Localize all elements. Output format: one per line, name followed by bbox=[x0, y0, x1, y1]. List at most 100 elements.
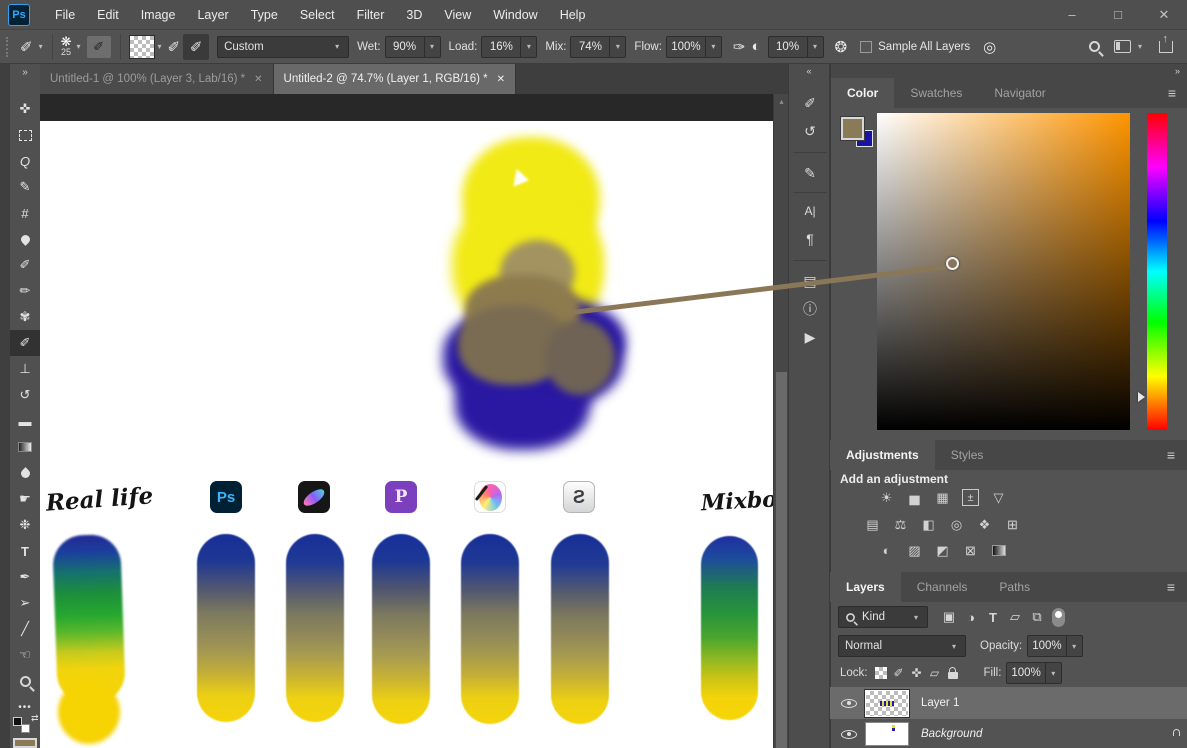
eyedropper-tool[interactable] bbox=[10, 226, 40, 252]
tab-adjustments[interactable]: Adjustments bbox=[830, 440, 935, 470]
lock-paint-icon[interactable]: ✐ bbox=[890, 664, 908, 682]
pen-tool[interactable]: ✒ bbox=[10, 564, 40, 590]
hue-slider-arrow[interactable] bbox=[1138, 392, 1145, 402]
layer-thumbnail[interactable] bbox=[865, 722, 909, 746]
posterize-icon[interactable]: ▨ bbox=[906, 542, 923, 559]
options-grip[interactable] bbox=[6, 36, 12, 57]
menu-help[interactable]: Help bbox=[549, 0, 597, 30]
brush-settings-toggle-button[interactable]: ✐ bbox=[86, 35, 111, 58]
tab-styles[interactable]: Styles bbox=[935, 440, 1000, 470]
character-panel-icon[interactable]: A| bbox=[789, 198, 831, 224]
color-lookup-icon[interactable]: ⊞ bbox=[1004, 516, 1021, 533]
brush-load-swatch[interactable] bbox=[128, 34, 155, 59]
visibility-eye-icon[interactable] bbox=[841, 698, 857, 708]
brush-preset-picker[interactable]: ❋ 25 bbox=[59, 35, 74, 57]
dock-collapse-icon[interactable]: » bbox=[831, 64, 1187, 78]
tab-paths[interactable]: Paths bbox=[983, 572, 1046, 602]
tab-untitled-2[interactable]: Untitled-2 @ 74.7% (Layer 1, RGB/16) * ✕ bbox=[273, 64, 516, 94]
load-chevron-icon[interactable]: ▾ bbox=[521, 35, 538, 58]
move-tool[interactable]: ✜ bbox=[10, 96, 40, 122]
load-field[interactable]: 16% bbox=[481, 35, 522, 58]
zoom-tool[interactable] bbox=[10, 668, 40, 694]
close-button[interactable]: ✕ bbox=[1141, 0, 1187, 30]
lasso-tool[interactable]: Q bbox=[10, 148, 40, 174]
pencil-tool[interactable]: ✏ bbox=[10, 278, 40, 304]
swap-colors-icon[interactable]: ⇄ bbox=[31, 713, 39, 724]
search-icon[interactable] bbox=[1088, 41, 1100, 52]
tab-color[interactable]: Color bbox=[831, 78, 895, 108]
smoothing-gear-icon[interactable]: ❂ bbox=[832, 38, 851, 56]
flow-chevron-icon[interactable]: ▾ bbox=[705, 35, 722, 58]
menu-type[interactable]: Type bbox=[240, 0, 289, 30]
menu-file[interactable]: File bbox=[44, 0, 86, 30]
layer-row-background[interactable]: Background bbox=[830, 720, 1187, 748]
opacity-field[interactable]: 100% bbox=[1027, 635, 1067, 657]
rectangular-marquee-tool[interactable] bbox=[10, 122, 40, 148]
wet-chevron-icon[interactable]: ▾ bbox=[424, 35, 441, 58]
foreground-color-swatch[interactable] bbox=[13, 738, 37, 748]
clone-stamp-tool[interactable]: ⊥ bbox=[10, 356, 40, 382]
useful-combinations-select[interactable]: Custom ▾ bbox=[217, 35, 350, 58]
sample-all-layers-checkbox[interactable] bbox=[860, 40, 873, 53]
photo-filter-icon[interactable]: ◎ bbox=[948, 516, 965, 533]
black-white-icon[interactable]: ◧ bbox=[920, 516, 937, 533]
tool-preset-icon[interactable]: ✐ bbox=[17, 38, 36, 56]
canvas[interactable]: Real life Mixbox Ps P Ƨ bbox=[40, 94, 773, 748]
opacity-chevron-icon[interactable]: ▾ bbox=[1066, 635, 1083, 657]
blur-tool[interactable] bbox=[10, 460, 40, 486]
scroll-up-icon[interactable]: ▴ bbox=[774, 97, 789, 106]
blend-mode-select[interactable]: Normal ▾ bbox=[838, 635, 966, 657]
eraser-tool[interactable]: ▬ bbox=[10, 408, 40, 434]
filter-kind-select[interactable]: Kind ▾ bbox=[838, 606, 928, 628]
actions-panel-icon[interactable]: ▶ bbox=[789, 324, 831, 350]
color-balance-icon[interactable]: ⚖ bbox=[892, 516, 909, 533]
default-colors-widget[interactable]: ⇄ bbox=[12, 713, 39, 736]
path-selection-tool[interactable]: ➢ bbox=[10, 590, 40, 616]
tab-layers[interactable]: Layers bbox=[830, 572, 901, 602]
brush-picker-chevron-icon[interactable]: ▾ bbox=[74, 42, 84, 51]
layer-name[interactable]: Layer 1 bbox=[921, 697, 959, 709]
exposure-icon[interactable]: ± bbox=[962, 489, 979, 506]
brush-settings-panel-icon[interactable]: ✐ bbox=[789, 90, 831, 116]
clean-brush-icon[interactable]: ✐ bbox=[165, 38, 184, 56]
minimize-button[interactable]: – bbox=[1049, 0, 1095, 30]
color-panel-menu-icon[interactable]: ≡ bbox=[1156, 78, 1187, 108]
scrollbar-thumb[interactable] bbox=[776, 372, 787, 748]
filter-smart-object-icon[interactable]: ⧉ bbox=[1026, 607, 1048, 627]
flow-field[interactable]: 100% bbox=[665, 35, 706, 58]
crop-tool[interactable]: # bbox=[10, 200, 40, 226]
menu-edit[interactable]: Edit bbox=[86, 0, 130, 30]
menu-image[interactable]: Image bbox=[130, 0, 187, 30]
layer-name[interactable]: Background bbox=[921, 728, 982, 740]
tab-swatches[interactable]: Swatches bbox=[894, 78, 978, 108]
history-panel-icon[interactable]: ↺ bbox=[789, 118, 831, 144]
smoothing-field[interactable]: 10% bbox=[767, 35, 808, 58]
brushes-panel-icon[interactable]: ✎ bbox=[789, 160, 831, 186]
adjustments-panel-menu-icon[interactable]: ≡ bbox=[1155, 440, 1187, 470]
filter-image-icon[interactable]: ▣ bbox=[938, 607, 960, 627]
brightness-contrast-icon[interactable]: ☀ bbox=[878, 489, 895, 506]
tab-close-icon[interactable]: ✕ bbox=[497, 74, 505, 85]
lock-position-icon[interactable]: ✜ bbox=[908, 664, 926, 682]
panel-strip-collapse-icon[interactable]: « bbox=[789, 64, 829, 78]
brush-load-chevron-icon[interactable]: ▾ bbox=[155, 42, 165, 51]
tab-channels[interactable]: Channels bbox=[901, 572, 984, 602]
fill-field[interactable]: 100% bbox=[1006, 662, 1046, 684]
color-replacement-tool[interactable]: ✾ bbox=[10, 304, 40, 330]
workspace-icon[interactable] bbox=[1113, 40, 1131, 53]
filter-toggle-switch[interactable] bbox=[1052, 607, 1065, 627]
mix-field[interactable]: 74% bbox=[570, 35, 611, 58]
gradient-tool[interactable] bbox=[10, 434, 40, 460]
lock-artboard-icon[interactable]: ▱ bbox=[926, 664, 944, 682]
load-brush-toggle-button[interactable]: ✐ bbox=[183, 33, 210, 60]
vibrance-icon[interactable]: ▽ bbox=[990, 489, 1007, 506]
menu-window[interactable]: Window bbox=[482, 0, 548, 30]
levels-icon[interactable]: ▅ bbox=[906, 489, 923, 506]
curves-icon[interactable]: ▦ bbox=[934, 489, 951, 506]
tool-preset-chevron-icon[interactable]: ▾ bbox=[36, 42, 46, 51]
quick-selection-tool[interactable]: ✎ bbox=[10, 174, 40, 200]
sponge-tool[interactable]: ❉ bbox=[10, 512, 40, 538]
maximize-button[interactable]: □ bbox=[1095, 0, 1141, 30]
info-panel-icon[interactable]: ⓘ bbox=[789, 296, 831, 322]
share-icon[interactable] bbox=[1159, 33, 1173, 53]
